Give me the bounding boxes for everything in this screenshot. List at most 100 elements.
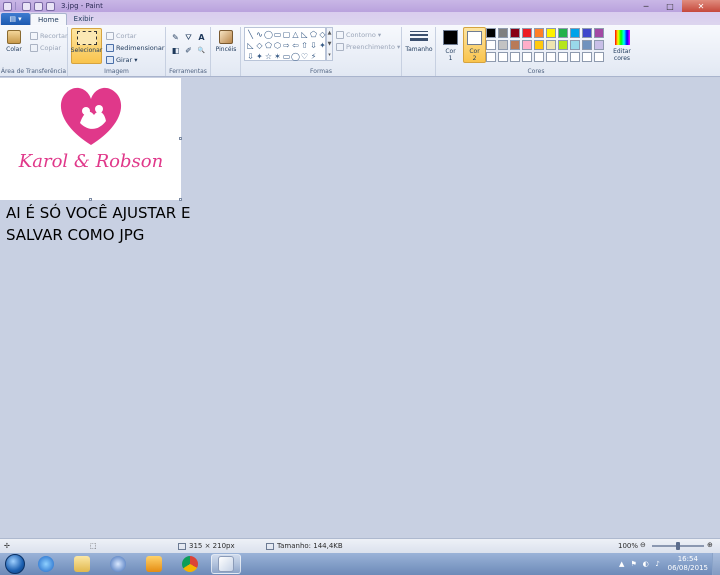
- redo-icon[interactable]: [46, 1, 55, 11]
- resize-button[interactable]: Redimensionar: [106, 42, 165, 53]
- text-tool-icon[interactable]: A: [196, 32, 207, 43]
- canvas-resize-handle-bottom[interactable]: [89, 198, 92, 201]
- show-hidden-icons-icon[interactable]: ▲: [618, 560, 626, 568]
- curve-shape-icon[interactable]: ∿: [255, 29, 264, 40]
- save-icon[interactable]: [22, 1, 31, 11]
- scroll-up-icon[interactable]: ▲: [328, 30, 332, 36]
- taskbar-chrome[interactable]: [175, 554, 205, 574]
- tab-view[interactable]: Exibir: [67, 13, 101, 25]
- network-icon[interactable]: ◐: [642, 560, 650, 568]
- rectangle-shape-icon[interactable]: ▭: [273, 29, 282, 40]
- color-swatch[interactable]: [522, 52, 532, 62]
- heart-shape-icon[interactable]: ♡: [300, 51, 309, 62]
- zoom-out-button[interactable]: ⊖: [640, 541, 646, 549]
- color-swatch[interactable]: [498, 52, 508, 62]
- callout-rectangle-shape-icon[interactable]: ▭: [282, 51, 291, 62]
- color-swatch[interactable]: [546, 28, 556, 38]
- left-arrow-shape-icon[interactable]: ⇦: [291, 40, 300, 51]
- eraser-icon[interactable]: ◧: [170, 45, 181, 56]
- diamond-shape-icon[interactable]: ◇: [255, 40, 264, 51]
- pentagon-shape-icon[interactable]: ⬠: [264, 40, 273, 51]
- oval-shape-icon[interactable]: ◯: [264, 29, 273, 40]
- start-button[interactable]: [5, 554, 25, 574]
- color-swatch[interactable]: [486, 40, 496, 50]
- zoom-slider-thumb[interactable]: [676, 542, 680, 550]
- color-swatch[interactable]: [486, 52, 496, 62]
- tab-home[interactable]: Home: [30, 13, 67, 25]
- color-swatch[interactable]: [558, 52, 568, 62]
- color2-button[interactable]: Cor 2: [463, 27, 486, 63]
- zoom-in-button[interactable]: ⊕: [707, 541, 713, 549]
- color-swatch[interactable]: [546, 40, 556, 50]
- color-swatch[interactable]: [582, 28, 592, 38]
- taskbar-internet-explorer[interactable]: [31, 554, 61, 574]
- volume-icon[interactable]: ♪: [654, 560, 662, 568]
- color-swatch[interactable]: [570, 52, 580, 62]
- color-swatch[interactable]: [486, 28, 496, 38]
- color-swatch[interactable]: [510, 52, 520, 62]
- color-swatch[interactable]: [510, 40, 520, 50]
- paint-app-icon[interactable]: [3, 1, 12, 11]
- maximize-button[interactable]: □: [658, 0, 682, 12]
- color-swatch[interactable]: [498, 40, 508, 50]
- color-swatch[interactable]: [582, 40, 592, 50]
- rotate-button[interactable]: Girar ▾: [106, 54, 138, 65]
- color-swatch[interactable]: [558, 28, 568, 38]
- outline-button[interactable]: Contorno ▾: [336, 29, 381, 40]
- pencil-icon[interactable]: ✎: [170, 32, 181, 43]
- drawing-canvas[interactable]: Karol & Robson: [0, 78, 182, 201]
- color-swatch[interactable]: [594, 52, 604, 62]
- taskbar-paint[interactable]: [211, 554, 241, 574]
- color-swatch[interactable]: [558, 40, 568, 50]
- color-swatch[interactable]: [570, 40, 580, 50]
- down-arrow-shape-icon[interactable]: ⇩: [309, 40, 318, 51]
- color-swatch[interactable]: [522, 28, 532, 38]
- right-triangle-shape-icon[interactable]: ◺: [300, 29, 309, 40]
- cut-button[interactable]: Recortar: [30, 30, 68, 41]
- file-menu-button[interactable]: ▤ ▾: [1, 13, 30, 25]
- star-shape-icon[interactable]: ☆: [264, 51, 273, 62]
- lightning-shape-icon[interactable]: ⚡: [309, 51, 318, 62]
- select-button[interactable]: Selecionar: [71, 28, 102, 64]
- taskbar-app[interactable]: [103, 554, 133, 574]
- rounded-rectangle-shape-icon[interactable]: ▢: [282, 29, 291, 40]
- up-arrow-shape-icon[interactable]: ⇧: [300, 40, 309, 51]
- color-swatch[interactable]: [534, 52, 544, 62]
- size-button[interactable]: Tamanho: [405, 28, 433, 64]
- flag-icon[interactable]: ⚑: [630, 560, 638, 568]
- show-desktop-button[interactable]: [712, 553, 720, 575]
- color-swatch[interactable]: [594, 28, 604, 38]
- color-swatch[interactable]: [546, 52, 556, 62]
- expand-gallery-icon[interactable]: ▾: [328, 52, 331, 58]
- polygon-shape-icon[interactable]: ◺: [246, 40, 255, 51]
- four-point-star-shape-icon[interactable]: ✦: [255, 51, 264, 62]
- brushes-button[interactable]: Pincéis: [215, 28, 237, 64]
- scroll-down-icon[interactable]: ▼: [328, 41, 332, 47]
- six-point-star-shape-icon[interactable]: ✶: [273, 51, 282, 62]
- fill-bucket-icon[interactable]: ⛛: [183, 32, 194, 43]
- edit-colors-button[interactable]: Editar cores: [610, 27, 634, 63]
- copy-button[interactable]: Copiar: [30, 42, 61, 53]
- down-arrow-shape-icon[interactable]: ⇩: [246, 51, 255, 62]
- crop-button[interactable]: Cortar: [106, 30, 136, 41]
- line-shape-icon[interactable]: ╲: [246, 29, 255, 40]
- undo-icon[interactable]: [34, 1, 43, 11]
- hexagon-shape-icon[interactable]: ⬡: [273, 40, 282, 51]
- color-swatch[interactable]: [582, 52, 592, 62]
- triangle-shape-icon[interactable]: △: [291, 29, 300, 40]
- color-swatch[interactable]: [570, 28, 580, 38]
- clock[interactable]: 16:54 06/08/2015: [668, 555, 708, 573]
- shapes-scrollbar[interactable]: ▲ ▼ ▾: [326, 27, 333, 61]
- taskbar-file-explorer[interactable]: [67, 554, 97, 574]
- paste-button[interactable]: Colar: [3, 28, 25, 64]
- minimize-button[interactable]: ─: [634, 0, 658, 12]
- canvas-resize-handle-corner[interactable]: [179, 198, 182, 201]
- magnifier-icon[interactable]: 🔍: [196, 45, 207, 56]
- color1-button[interactable]: Cor 1: [439, 27, 462, 63]
- color-swatch[interactable]: [594, 40, 604, 50]
- canvas-resize-handle-right[interactable]: [179, 137, 182, 140]
- right-arrow-shape-icon[interactable]: ⇨: [282, 40, 291, 51]
- pentagon-shape-icon[interactable]: ⬠: [309, 29, 318, 40]
- fill-button[interactable]: Preenchimento ▾: [336, 41, 400, 52]
- close-button[interactable]: ✕: [682, 0, 720, 12]
